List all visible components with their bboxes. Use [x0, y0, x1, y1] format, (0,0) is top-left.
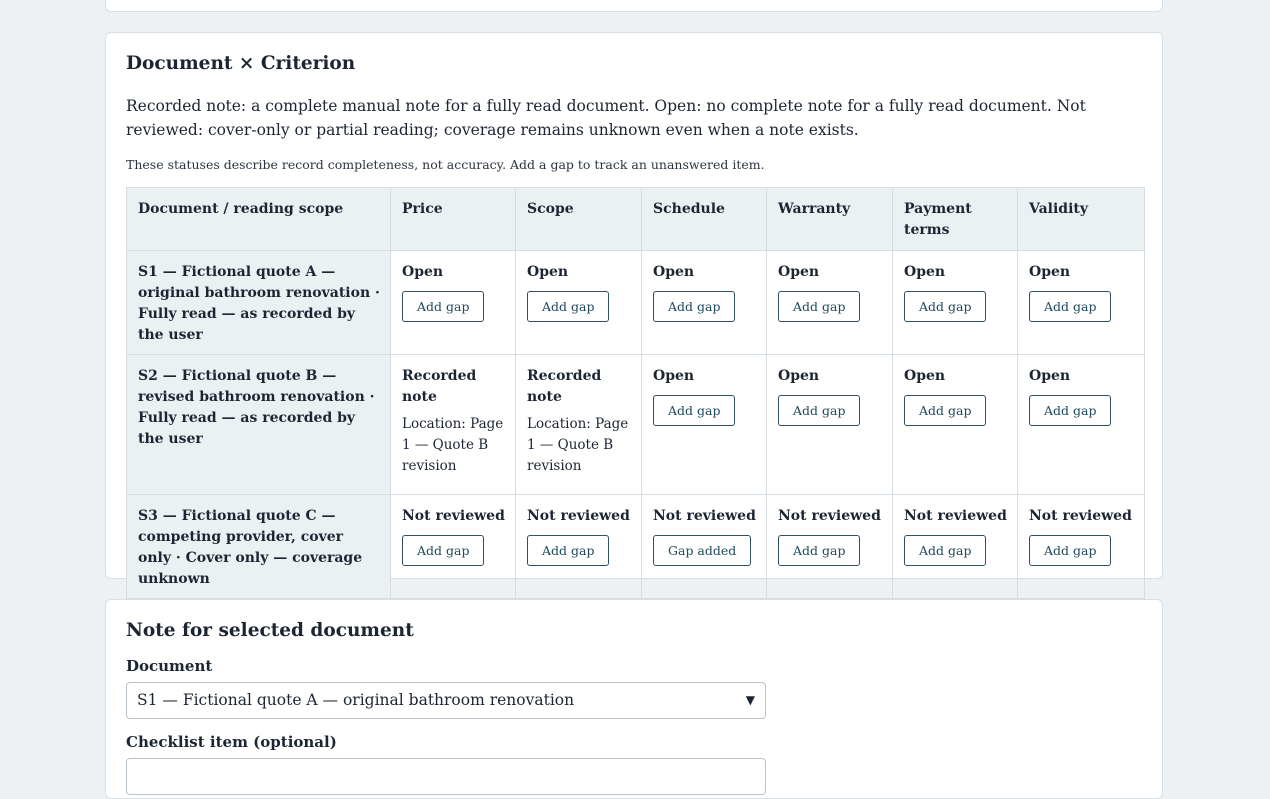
criterion-cell: Open Add gap — [515, 250, 642, 355]
status-label: Not reviewed — [527, 508, 630, 524]
status-label: Open — [904, 264, 946, 280]
column-header: Price — [390, 187, 516, 251]
document-label: Document — [126, 657, 213, 675]
column-header: Document / reading scope — [126, 187, 391, 251]
criterion-cell: Open Add gap — [641, 250, 767, 355]
status-label: Not reviewed — [778, 508, 881, 524]
add-gap-button[interactable]: Add gap — [904, 395, 987, 426]
status-label: Open — [402, 264, 444, 280]
status-label: Open — [904, 368, 946, 384]
criterion-cell: Not reviewed Add gap — [766, 494, 893, 599]
note-location: Location: Page 1 — Quote B revision — [402, 416, 504, 474]
column-header: Schedule — [641, 187, 767, 251]
criterion-cell: Open Add gap — [1017, 250, 1145, 355]
add-gap-button[interactable]: Add gap — [778, 291, 861, 322]
add-gap-button[interactable]: Add gap — [653, 291, 736, 322]
note-card: Note for selected document Document S1 —… — [105, 599, 1163, 799]
chevron-down-icon: ▼ — [745, 693, 755, 707]
status-label: Not reviewed — [653, 508, 756, 524]
add-gap-button[interactable]: Add gap — [1029, 395, 1112, 426]
document-criterion-table: Document / reading scope Price Scope Sch… — [126, 187, 1145, 599]
status-label: Recorded note — [402, 368, 477, 405]
document-cell: S1 — Fictional quote A — original bathro… — [126, 250, 391, 355]
add-gap-button[interactable]: Add gap — [402, 291, 485, 322]
matrix-card: Document × Criterion Recorded note: a co… — [105, 32, 1163, 599]
status-legend: Recorded note: a complete manual note fo… — [126, 97, 1086, 139]
criterion-cell: Open Add gap — [641, 354, 767, 495]
status-label: Open — [778, 368, 820, 384]
criterion-cell: Open Add gap — [766, 354, 893, 495]
table-header-row: Document / reading scope Price Scope Sch… — [126, 187, 1145, 251]
status-label: Open — [527, 264, 569, 280]
gap-added-button[interactable]: Gap added — [653, 535, 752, 566]
criterion-cell: Not reviewed Add gap — [892, 494, 1018, 599]
criterion-cell: Not reviewed Add gap — [390, 494, 516, 599]
checklist-label: Checklist item (optional) — [126, 733, 337, 751]
add-gap-button[interactable]: Add gap — [402, 535, 485, 566]
column-header: Scope — [515, 187, 642, 251]
document-select[interactable]: S1 — Fictional quote A — original bathro… — [126, 682, 766, 719]
status-label: Recorded note — [527, 368, 602, 405]
criterion-cell: Open Add gap — [390, 250, 516, 355]
table-row: S2 — Fictional quote B — revised bathroo… — [126, 354, 1145, 495]
matrix-title: Document × Criterion — [126, 53, 356, 74]
criterion-cell: Recorded note Location: Page 1 — Quote B … — [390, 354, 516, 495]
table-row: S3 — Fictional quote C — competing provi… — [126, 494, 1145, 599]
table-row: S1 — Fictional quote A — original bathro… — [126, 250, 1145, 355]
column-header: Warranty — [766, 187, 893, 251]
note-location: Location: Page 1 — Quote B revision — [527, 416, 629, 474]
add-gap-button[interactable]: Add gap — [653, 395, 736, 426]
checklist-select[interactable] — [126, 758, 766, 795]
status-label: Open — [653, 264, 695, 280]
column-header: Validity — [1017, 187, 1145, 251]
add-gap-button[interactable]: Add gap — [1029, 291, 1112, 322]
add-gap-button[interactable]: Add gap — [778, 535, 861, 566]
document-cell: S3 — Fictional quote C — competing provi… — [126, 494, 391, 599]
add-gap-button[interactable]: Add gap — [527, 535, 610, 566]
status-label: Open — [1029, 368, 1071, 384]
status-label: Not reviewed — [402, 508, 505, 524]
status-hint: These statuses describe record completen… — [126, 157, 765, 172]
criterion-cell: Recorded note Location: Page 1 — Quote B … — [515, 354, 642, 495]
criterion-cell: Open Add gap — [766, 250, 893, 355]
add-gap-button[interactable]: Add gap — [904, 535, 987, 566]
note-title: Note for selected document — [126, 620, 414, 641]
add-gap-button[interactable]: Add gap — [527, 291, 610, 322]
status-label: Open — [653, 368, 695, 384]
column-header: Payment terms — [892, 187, 1018, 251]
status-label: Not reviewed — [1029, 508, 1132, 524]
criterion-cell: Open Add gap — [892, 354, 1018, 495]
criterion-cell: Not reviewed Gap added — [641, 494, 767, 599]
status-label: Not reviewed — [904, 508, 1007, 524]
criterion-cell: Open Add gap — [1017, 354, 1145, 495]
status-label: Open — [778, 264, 820, 280]
add-gap-button[interactable]: Add gap — [778, 395, 861, 426]
document-cell: S2 — Fictional quote B — revised bathroo… — [126, 354, 391, 495]
previous-card — [105, 0, 1163, 12]
criterion-cell: Open Add gap — [892, 250, 1018, 355]
status-label: Open — [1029, 264, 1071, 280]
criterion-cell: Not reviewed Add gap — [1017, 494, 1145, 599]
add-gap-button[interactable]: Add gap — [904, 291, 987, 322]
criterion-cell: Not reviewed Add gap — [515, 494, 642, 599]
document-select-value: S1 — Fictional quote A — original bathro… — [137, 691, 575, 709]
add-gap-button[interactable]: Add gap — [1029, 535, 1112, 566]
